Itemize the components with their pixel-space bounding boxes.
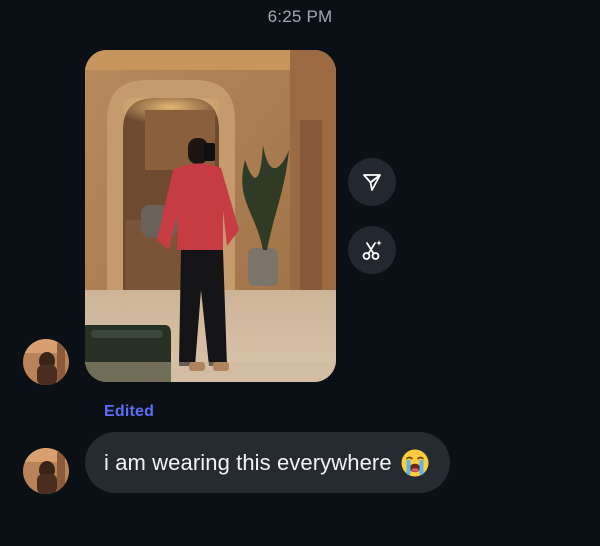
- edited-label: Edited: [104, 403, 155, 420]
- share-button[interactable]: [348, 158, 396, 206]
- remix-button[interactable]: [348, 226, 396, 274]
- sender-avatar[interactable]: [23, 448, 69, 494]
- avatar-image: [23, 339, 69, 385]
- avatar-image: [23, 448, 69, 494]
- send-icon: [363, 174, 381, 191]
- loudly-crying-face-icon: [401, 449, 429, 476]
- scissors-sparkle-icon: [362, 240, 382, 260]
- sender-avatar[interactable]: [23, 339, 69, 385]
- photo-message[interactable]: [85, 50, 336, 382]
- message-timestamp: 6:25 PM: [267, 7, 333, 26]
- message-text: i am wearing this everywhere: [104, 449, 392, 475]
- message-bubble[interactable]: i am wearing this everywhere: [85, 432, 450, 493]
- mirror-selfie-image: [85, 50, 336, 382]
